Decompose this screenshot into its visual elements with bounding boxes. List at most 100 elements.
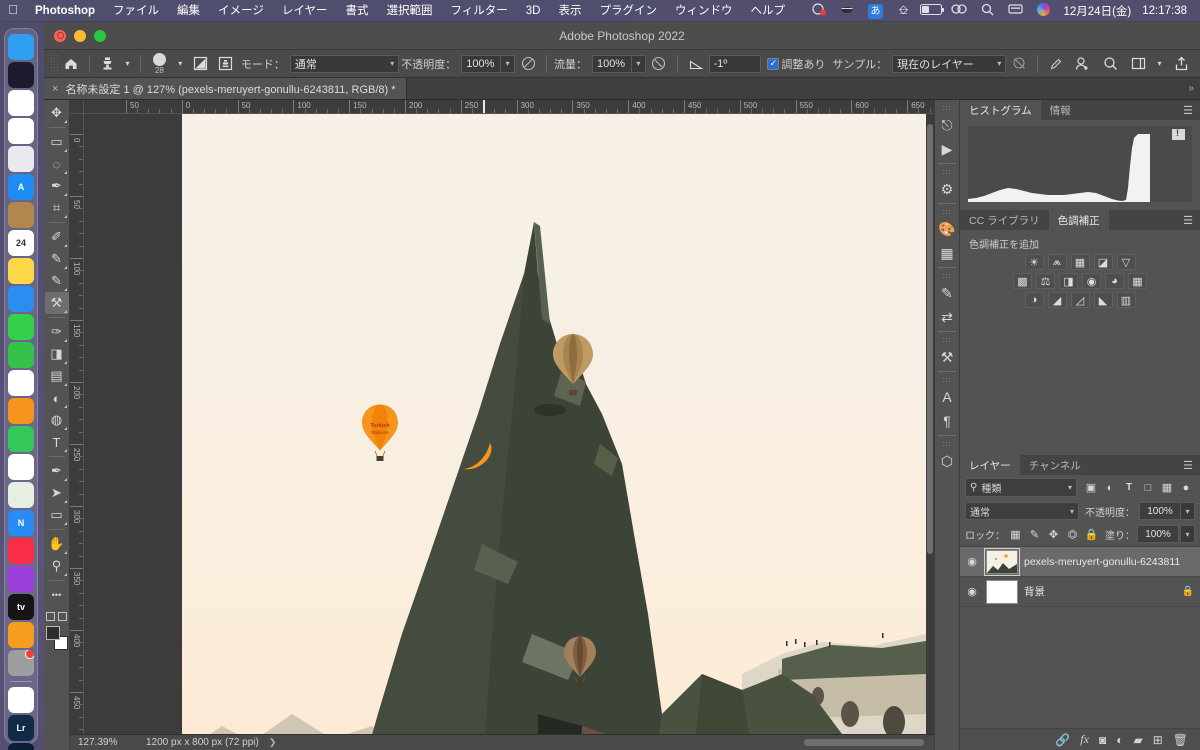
brush-settings-panel-icon[interactable]: ✎ [935, 281, 959, 305]
angle-icon[interactable] [683, 53, 709, 75]
ignore-adjustment-layers-icon[interactable] [1006, 53, 1032, 75]
adjustment-layers-filter-icon[interactable]: ◐ [1101, 479, 1119, 497]
eraser-tool[interactable]: ◨ [45, 343, 69, 365]
close-window-button[interactable] [54, 29, 66, 42]
channel-mixer-icon[interactable]: ◕ [1105, 273, 1124, 289]
color-balance-icon[interactable]: ⚖ [1036, 273, 1055, 289]
spot-healing-brush-tool[interactable]: ✎ [45, 248, 69, 270]
tab-info[interactable]: 情報 [1040, 100, 1080, 120]
canvas-vertical-scrollbar[interactable] [926, 114, 934, 734]
dock-item-facetime[interactable] [8, 342, 34, 368]
angle-input[interactable]: -1º [708, 54, 761, 73]
layer-style-icon[interactable]: fx [1080, 732, 1089, 747]
dock-item-apple-tv[interactable]: tv [8, 594, 34, 620]
rail-group-grip[interactable] [942, 441, 952, 448]
link-layers-icon[interactable]: 🔗 [1055, 733, 1070, 747]
paragraph-panel-icon[interactable]: ¶ [935, 409, 959, 433]
dock-item-photos[interactable] [8, 370, 34, 396]
gradient-tool[interactable]: ▤ [45, 365, 69, 387]
menubar-app-name[interactable]: Photoshop [26, 0, 104, 22]
hand-tool[interactable]: ✋ [45, 533, 69, 555]
menu-type[interactable]: 書式 [336, 0, 377, 22]
bluetooth-icon[interactable]: ⎒ [889, 3, 917, 18]
maximize-window-button[interactable] [94, 29, 106, 42]
layer-visibility-icon[interactable]: ◉ [964, 555, 980, 568]
panel-menu-icon[interactable]: ☰ [1183, 210, 1200, 230]
smart-object-filter-icon[interactable]: ▦ [1158, 479, 1176, 497]
dock-item-app-store-updates[interactable] [8, 650, 34, 676]
threshold-icon[interactable]: ◿ [1070, 292, 1090, 308]
invert-icon[interactable]: ◑ [1024, 292, 1044, 308]
photo-filter-icon[interactable]: ◉ [1082, 273, 1101, 289]
zoom-level[interactable]: 127.39% [78, 737, 136, 748]
layer-fill-input[interactable]: 100% [1137, 525, 1179, 543]
horizontal-ruler[interactable]: 50 0 50 100 150 200 250 300 350 400 450 500 550 600 65… [84, 100, 934, 114]
brush-settings-icon[interactable] [187, 53, 213, 75]
tool-preset-chevron-icon[interactable]: ▾ [121, 53, 135, 75]
layer-visibility-icon[interactable]: ◉ [964, 585, 980, 598]
actions-panel-icon[interactable]: ▶ [935, 137, 959, 161]
tab-cc-libraries[interactable]: CC ライブラリ [960, 210, 1049, 230]
menu-filter[interactable]: フィルター [441, 0, 516, 22]
shape-layers-filter-icon[interactable]: □ [1139, 479, 1157, 497]
menu-plugins[interactable]: プラグイン [590, 0, 666, 22]
dock-item-photoshop[interactable]: Ps [8, 743, 34, 750]
rectangular-marquee-tool[interactable]: ▭ [45, 131, 69, 153]
menu-edit[interactable]: 編集 [168, 0, 209, 22]
rail-group-grip[interactable] [942, 337, 952, 344]
vibrance-icon[interactable]: ▽ [1116, 254, 1136, 270]
clone-stamp-tool[interactable]: ⚒ [44, 292, 69, 314]
menubar-date[interactable]: 12月24日(金) [1057, 3, 1136, 19]
lock-image-pixels-icon[interactable]: ✎ [1026, 526, 1043, 542]
gradient-map-icon[interactable]: ▥ [1116, 292, 1136, 308]
tab-layers[interactable]: レイヤー [960, 455, 1020, 475]
dock-item-launchpad[interactable] [8, 62, 34, 88]
clone-stamp-icon[interactable] [95, 53, 121, 75]
options-bar-grip[interactable] [50, 53, 58, 74]
dock-item-notes-yellow[interactable] [8, 398, 34, 424]
foreground-color-swatch[interactable] [45, 626, 60, 640]
swatches-panel-icon[interactable]: ▦ [935, 241, 959, 265]
brush-tool[interactable]: ✎ [45, 270, 69, 292]
brush-preset-picker[interactable]: 28 [146, 52, 174, 75]
lock-artboard-nesting-icon[interactable]: ⏣ [1064, 526, 1081, 542]
collapse-panels-icon[interactable]: » [1188, 78, 1200, 99]
status-expand-icon[interactable]: ❯ [259, 737, 277, 748]
opacity-input[interactable]: 100% [461, 54, 502, 73]
dock-item-safari[interactable] [8, 90, 34, 116]
panel-menu-icon[interactable]: ☰ [1183, 100, 1200, 120]
color-lookup-icon[interactable]: ▦ [1128, 273, 1147, 289]
flow-stepper-icon[interactable]: ▾ [631, 54, 646, 73]
flow-input[interactable]: 100% [591, 54, 632, 73]
siri-icon[interactable] [1029, 2, 1057, 19]
blur-tool[interactable]: ◐ [45, 387, 69, 409]
layer-filter-kind-select[interactable]: ⚲ 種類 ▾ [965, 478, 1077, 497]
clone-source-icon[interactable] [213, 53, 239, 75]
dock-item-messages[interactable] [8, 314, 34, 340]
image-canvas[interactable]: Turkish Balloons [182, 114, 926, 734]
rectangle-tool[interactable]: ▭ [45, 504, 69, 526]
new-group-icon[interactable]: ▰ [1133, 733, 1142, 747]
menu-help[interactable]: ヘルプ [741, 0, 794, 22]
sample-select[interactable]: 現在のレイヤー ▾ [892, 54, 1007, 73]
layer-thumbnail[interactable] [984, 547, 1020, 576]
history-panel-icon[interactable]: ⎋ [935, 113, 959, 137]
standard-mode-icon[interactable] [46, 612, 55, 621]
dock-item-podcasts[interactable] [8, 566, 34, 592]
delete-layer-icon[interactable]: 🗑 [1173, 733, 1188, 747]
battery-icon[interactable] [917, 3, 945, 18]
dock-item-maps[interactable] [8, 482, 34, 508]
history-brush-tool[interactable]: ✑ [45, 321, 69, 343]
lock-all-icon[interactable]: 🔒 [1083, 526, 1100, 542]
dock-item-app-store[interactable]: A [8, 174, 34, 200]
opacity-stepper-icon[interactable]: ▾ [501, 54, 516, 73]
layer-mask-icon[interactable]: ◙ [1099, 733, 1106, 747]
workspace-icon[interactable] [1125, 53, 1151, 75]
type-tool[interactable]: T [45, 431, 69, 453]
rail-group-grip[interactable] [942, 105, 952, 112]
edit-toolbar-tool[interactable]: ••• [45, 584, 69, 606]
dock-item-contacts[interactable] [8, 202, 34, 228]
canvas-area[interactable]: Turkish Balloons [84, 114, 934, 734]
levels-icon[interactable]: ⩕ [1047, 254, 1067, 270]
dock-item-notes[interactable] [8, 258, 34, 284]
